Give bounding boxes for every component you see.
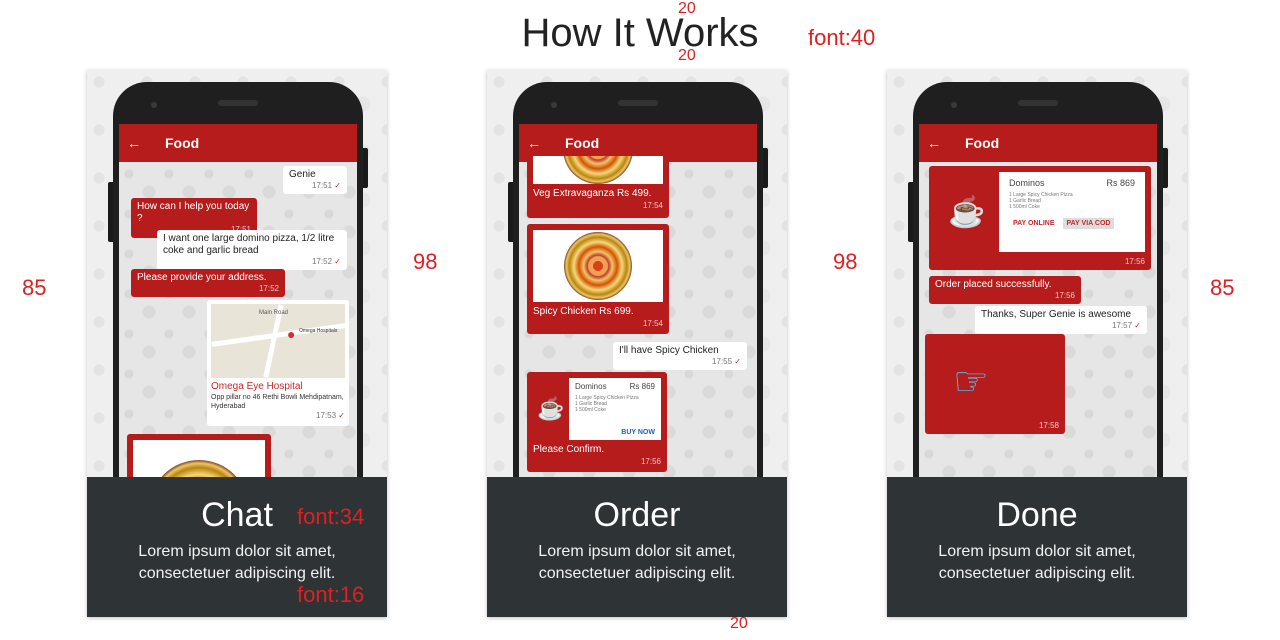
chat-bubble-outgoing: Please provide your address. 17:52 [131, 269, 285, 297]
phone-screen: ← Food ☕ Dominos Rs 869 1 Large Spicy Chi… [919, 124, 1157, 522]
chat-bubble-incoming: Genie 17:51 ✓ [283, 166, 347, 194]
annotation-title-font: font:40 [808, 25, 876, 50]
annotation-body-font: font:16 [297, 582, 365, 607]
step-heading: Order [593, 496, 681, 534]
app-bar-title: Food [165, 135, 200, 151]
order-card[interactable]: ☕ Dominos Rs 869 1 Large Spicy Chicken Pi… [929, 166, 1151, 270]
check-icon: ✓ [1134, 321, 1141, 330]
step-description: Lorem ipsum dolor sit amet, consectetuer… [938, 543, 1136, 582]
annotation-top-spacing: 20 [678, 0, 696, 17]
phone-mockup: ← Food Veg Extravaganza Rs 499. 17:54 Spi… [508, 82, 768, 522]
pay-online-button[interactable]: PAY ONLINE [1009, 218, 1059, 229]
step-description: Lorem ipsum dolor sit amet, consectetuer… [538, 543, 736, 582]
pizza-card[interactable]: Spicy Chicken Rs 699. 17:54 [527, 224, 669, 334]
annotation-bottom-spacing: 20 [730, 615, 748, 632]
annotation-right-margin: 85 [1210, 275, 1235, 300]
chat-bubble-incoming: I'll have Spicy Chicken 17:55 ✓ [613, 342, 747, 370]
check-icon: ✓ [734, 357, 741, 366]
card-order: ← Food Veg Extravaganza Rs 499. 17:54 Spi… [487, 70, 787, 617]
food-bowl-icon: ☕ [935, 172, 999, 252]
arrow-left-icon[interactable]: ← [127, 135, 145, 151]
step-description: Lorem ipsum dolor sit amet, consectetuer… [138, 543, 336, 582]
map-thumbnail: Main Road ● Omega Hospitals [211, 304, 345, 378]
arrow-left-icon[interactable]: ← [527, 135, 545, 151]
card-done: ← Food ☕ Dominos Rs 869 1 Large Spicy Chi… [887, 70, 1187, 617]
annotation-gap-right: 98 [833, 249, 858, 274]
step-footer: Done Lorem ipsum dolor sit amet, consect… [887, 477, 1187, 617]
chat-bubble-outgoing: Order placed successfully. 17:56 [929, 276, 1081, 304]
app-bar-title: Food [965, 135, 1000, 151]
card-chat: ← Food Genie 17:51 ✓ How can I help you … [87, 70, 387, 617]
phone-mockup: ← Food ☕ Dominos Rs 869 1 Large Spicy Chi… [908, 82, 1168, 522]
food-bowl-icon: ☕ [533, 378, 569, 440]
phone-screen: ← Food Genie 17:51 ✓ How can I help you … [119, 124, 357, 522]
check-icon: ✓ [334, 257, 341, 266]
pizza-card[interactable]: Veg Extravaganza Rs 499. 17:54 [527, 156, 669, 218]
phone-mockup: ← Food Genie 17:51 ✓ How can I help you … [108, 82, 368, 522]
order-card[interactable]: ☕ Dominos Rs 869 1 Large Spicy Chicken Pi… [527, 372, 667, 472]
chat-bubble-incoming: Thanks, Super Genie is awesome 17:57 ✓ [975, 306, 1147, 334]
arrow-left-icon[interactable]: ← [927, 135, 945, 151]
app-bar-title: Food [565, 135, 600, 151]
check-icon: ✓ [338, 411, 345, 420]
pointing-hand-icon: ☞ [953, 360, 989, 404]
annotation-heading-font: font:34 [297, 504, 365, 529]
page-title: How It Works [521, 11, 759, 55]
check-icon: ✓ [334, 181, 341, 190]
sticker-card[interactable]: ☞ 17:58 [925, 334, 1065, 434]
buy-now-button[interactable]: BUY NOW [621, 429, 655, 436]
step-heading: Done [996, 496, 1078, 534]
location-card[interactable]: Main Road ● Omega Hospitals Omega Eye Ho… [207, 300, 349, 426]
step-footer: Order Lorem ipsum dolor sit amet, consec… [487, 477, 787, 617]
app-bar: ← Food [919, 124, 1157, 162]
annotation-left-margin: 85 [22, 275, 47, 300]
chat-bubble-incoming: I want one large domino pizza, 1/2 litre… [157, 230, 347, 270]
annotation-gap-left: 98 [413, 249, 438, 274]
map-pin-icon: ● [287, 326, 296, 342]
pay-cod-button[interactable]: PAY VIA COD [1062, 218, 1115, 229]
app-bar: ← Food [119, 124, 357, 162]
phone-screen: ← Food Veg Extravaganza Rs 499. 17:54 Spi… [519, 124, 757, 522]
annotation-title-gap: 20 [678, 47, 696, 64]
